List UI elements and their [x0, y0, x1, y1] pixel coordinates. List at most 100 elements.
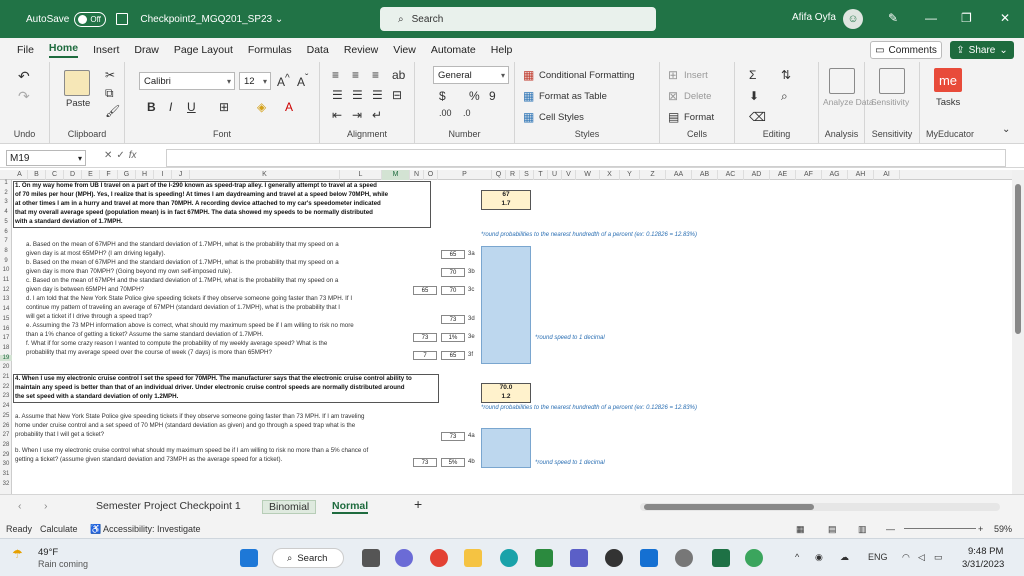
column-header[interactable]: F: [100, 170, 118, 180]
file-explorer-icon[interactable]: [464, 549, 482, 567]
fx-icon[interactable]: ✕✓fx: [104, 150, 137, 161]
font-size-select[interactable]: 12 ▾: [239, 72, 271, 90]
restore-icon[interactable]: ❐: [961, 11, 972, 25]
minimize-icon[interactable]: —: [925, 11, 937, 25]
zoom-level[interactable]: 59%: [994, 524, 1012, 534]
answers-3-area[interactable]: [481, 246, 531, 364]
column-header[interactable]: G: [118, 170, 136, 180]
find-icon[interactable]: ⌕: [781, 89, 788, 104]
row-header[interactable]: 12: [0, 287, 12, 293]
tab-page-layout[interactable]: Page Layout: [174, 44, 233, 56]
cell-4a-value[interactable]: 73: [441, 432, 465, 441]
paste-icon[interactable]: [64, 70, 90, 96]
row-header[interactable]: 11: [0, 277, 12, 283]
comments-button[interactable]: ▭ Comments: [870, 41, 942, 59]
page-break-view-icon[interactable]: ▥: [858, 524, 867, 535]
edge-icon[interactable]: [500, 549, 518, 567]
row-header[interactable]: 5: [0, 219, 12, 225]
next-sheet-icon[interactable]: ›: [44, 500, 48, 512]
percent-icon[interactable]: %: [469, 89, 480, 103]
tab-help[interactable]: Help: [491, 44, 513, 56]
column-header[interactable]: W: [576, 170, 600, 180]
column-header[interactable]: C: [46, 170, 64, 180]
battery-icon[interactable]: ▭: [934, 552, 943, 563]
underline-icon[interactable]: U: [187, 100, 196, 114]
autosum-icon[interactable]: Σ: [749, 68, 756, 82]
sheet-tab-binomial[interactable]: Binomial: [262, 500, 317, 514]
align-bottom-icon[interactable]: ≡: [372, 68, 379, 82]
cell-styles-button[interactable]: Cell Styles: [539, 112, 584, 123]
column-header[interactable]: D: [64, 170, 82, 180]
column-header[interactable]: Z: [640, 170, 666, 180]
tasks-icon[interactable]: me: [934, 68, 962, 92]
teams-icon[interactable]: [570, 549, 588, 567]
row-header[interactable]: 2: [0, 190, 12, 196]
column-header[interactable]: AD: [744, 170, 770, 180]
redo-icon[interactable]: ↷: [18, 88, 30, 105]
chrome-icon[interactable]: [430, 549, 448, 567]
column-header[interactable]: M: [382, 170, 410, 180]
search-box[interactable]: ⌕ Search: [380, 7, 656, 31]
column-header[interactable]: AC: [718, 170, 744, 180]
chat-icon[interactable]: [395, 549, 413, 567]
sort-filter-icon[interactable]: ⇅: [781, 68, 791, 82]
cell-3f-value-2[interactable]: 65: [441, 351, 465, 360]
column-header[interactable]: AH: [848, 170, 874, 180]
fill-color-icon[interactable]: ◈: [257, 100, 266, 114]
row-header[interactable]: 31: [0, 471, 12, 477]
align-center-icon[interactable]: ☰: [352, 88, 363, 102]
column-header[interactable]: AG: [822, 170, 848, 180]
row-header[interactable]: 4: [0, 209, 12, 215]
column-header[interactable]: K: [190, 170, 340, 180]
cell-4b-value-2[interactable]: 5%: [441, 458, 465, 467]
tab-draw[interactable]: Draw: [134, 44, 159, 56]
cell-3d-value[interactable]: 73: [441, 315, 465, 324]
orientation-icon[interactable]: ab: [392, 68, 405, 82]
vertical-scrollbar[interactable]: [1012, 170, 1024, 494]
column-header[interactable]: A: [12, 170, 28, 180]
sheet-tab-normal[interactable]: Normal: [332, 500, 369, 514]
column-header[interactable]: J: [172, 170, 190, 180]
cell-3f-value-1[interactable]: 7: [413, 351, 437, 360]
format-painter-icon[interactable]: 🖌: [105, 104, 120, 118]
row-header[interactable]: 20: [0, 364, 12, 370]
align-middle-icon[interactable]: ≡: [352, 68, 359, 82]
clear-icon[interactable]: ⌫: [749, 110, 766, 124]
page-layout-view-icon[interactable]: ▤: [828, 524, 837, 535]
column-header[interactable]: X: [600, 170, 620, 180]
worksheet-grid[interactable]: A B C D E F G H I J K L M N O P Q R S T U V W X Y Z AA AB AC AD AE AF AG…: [0, 170, 1012, 494]
row-header[interactable]: 23: [0, 393, 12, 399]
cell-3c-value-1[interactable]: 65: [413, 286, 437, 295]
merge-icon[interactable]: ⊟: [392, 88, 402, 102]
avatar[interactable]: ☺: [843, 9, 863, 29]
p2-mean[interactable]: 70.0: [481, 384, 531, 391]
zoom-out-icon[interactable]: —: [886, 524, 895, 534]
add-sheet-icon[interactable]: +: [414, 496, 422, 512]
indent-decrease-icon[interactable]: ⇤: [332, 108, 342, 122]
cut-icon[interactable]: ✂: [105, 68, 115, 82]
row-header[interactable]: 29: [0, 452, 12, 458]
cell-3c-value-2[interactable]: 70: [441, 286, 465, 295]
tray-onedrive-icon[interactable]: ☁: [840, 552, 849, 563]
row-header[interactable]: 7: [0, 238, 12, 244]
paste-button[interactable]: Paste: [66, 98, 90, 109]
column-header[interactable]: Q: [492, 170, 506, 180]
task-view-icon[interactable]: [362, 549, 380, 567]
row-header[interactable]: 25: [0, 413, 12, 419]
column-header[interactable]: E: [82, 170, 100, 180]
row-header[interactable]: 10: [0, 267, 12, 273]
tab-insert[interactable]: Insert: [93, 44, 119, 56]
align-right-icon[interactable]: ☰: [372, 88, 383, 102]
column-header[interactable]: S: [520, 170, 534, 180]
column-header[interactable]: AA: [666, 170, 692, 180]
user-name[interactable]: Afifa Oyfa: [792, 12, 836, 23]
column-header[interactable]: P: [438, 170, 492, 180]
row-header[interactable]: 21: [0, 374, 12, 380]
row-header[interactable]: 18: [0, 345, 12, 351]
cell-3e-value-2[interactable]: 1%: [441, 333, 465, 342]
row-header[interactable]: 6: [0, 229, 12, 235]
row-header[interactable]: 15: [0, 316, 12, 322]
column-header[interactable]: T: [534, 170, 548, 180]
column-header[interactable]: R: [506, 170, 520, 180]
analyze-data-icon[interactable]: [829, 68, 855, 94]
